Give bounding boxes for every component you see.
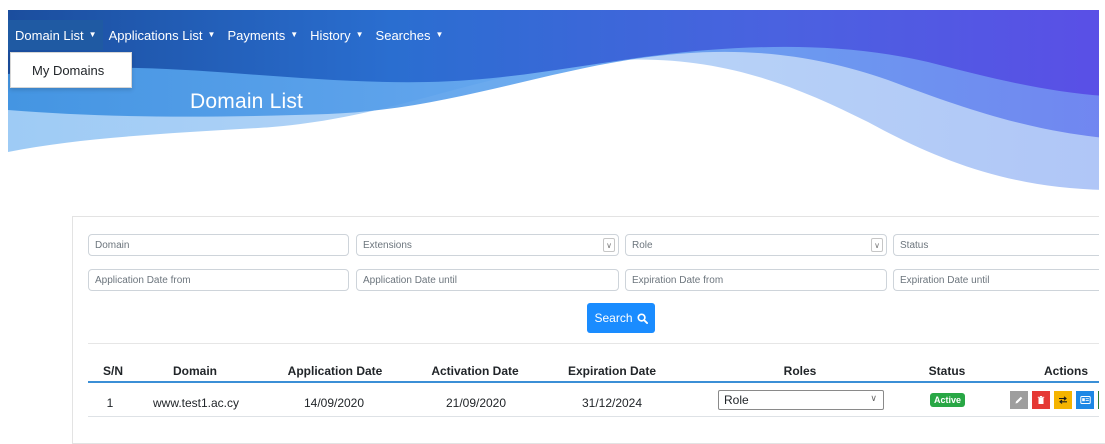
domain-list-dropdown: My Domains [10, 52, 132, 88]
caret-down-icon: ▼ [290, 29, 299, 39]
extensions-select[interactable]: Extensions ∨ [356, 234, 619, 256]
chevron-down-icon: ∨ [871, 238, 883, 252]
caret-down-icon: ▼ [88, 29, 97, 39]
column-header-status: Status [928, 364, 966, 378]
table-header-underline [88, 381, 1105, 383]
chevron-down-icon: ∨ [603, 238, 615, 252]
application-date-from-placeholder: Application Date from [95, 274, 191, 286]
role-select[interactable]: Role ∨ [718, 390, 884, 410]
id-card-icon [1079, 396, 1091, 404]
application-date-until-placeholder: Application Date until [363, 274, 457, 286]
nav-applications-list-label: Applications List [108, 27, 203, 43]
status-filter-select[interactable]: Status [893, 234, 1105, 256]
column-header-sn: S/N [102, 364, 124, 378]
cell-activation-date: 21/09/2020 [445, 396, 507, 410]
top-nav: Domain List ▼ Applications List ▼ Paymen… [8, 20, 449, 50]
expiration-date-until-placeholder: Expiration Date until [900, 274, 990, 286]
cell-sn: 1 [106, 396, 114, 410]
status-badge: Active [930, 393, 965, 407]
pencil-icon [1015, 396, 1023, 404]
nav-searches[interactable]: Searches ▼ [370, 20, 450, 50]
details-button[interactable] [1076, 391, 1094, 409]
cell-expiration-date: 31/12/2024 [581, 396, 643, 410]
domain-filter-input[interactable]: Domain [88, 234, 349, 256]
expiration-date-until-input[interactable]: Expiration Date until [893, 269, 1105, 291]
nav-applications-list[interactable]: Applications List ▼ [103, 20, 222, 50]
expiration-date-from-placeholder: Expiration Date from [632, 274, 724, 286]
search-button[interactable]: Search [587, 303, 655, 333]
swap-icon [1059, 396, 1067, 404]
table-row-divider [88, 416, 1105, 417]
nav-searches-label: Searches [375, 27, 431, 43]
cell-domain: www.test1.ac.cy [152, 396, 240, 410]
delete-button[interactable] [1032, 391, 1050, 409]
role-filter-placeholder: Role [632, 239, 653, 251]
cell-application-date: 14/09/2020 [303, 396, 365, 410]
nav-history[interactable]: History ▼ [304, 20, 369, 50]
section-divider [88, 343, 1105, 344]
column-header-activation-date: Activation Date [431, 364, 519, 378]
application-date-until-input[interactable]: Application Date until [356, 269, 619, 291]
page-title: Domain List [190, 90, 304, 113]
caret-down-icon: ▼ [355, 29, 364, 39]
edit-button[interactable] [1010, 391, 1028, 409]
nav-domain-list-label: Domain List [15, 27, 84, 43]
search-icon [636, 312, 648, 324]
transfer-button[interactable] [1054, 391, 1072, 409]
trash-icon [1037, 396, 1045, 404]
dropdown-item-my-domains[interactable]: My Domains [11, 63, 104, 78]
chevron-down-icon: ∨ [870, 393, 877, 403]
column-header-application-date: Application Date [287, 364, 383, 378]
page-edge [1099, 0, 1105, 443]
column-header-actions: Actions [1043, 364, 1089, 378]
search-button-label: Search [594, 311, 633, 325]
nav-payments-label: Payments [227, 27, 286, 43]
role-filter-select[interactable]: Role ∨ [625, 234, 887, 256]
expiration-date-from-input[interactable]: Expiration Date from [625, 269, 887, 291]
caret-down-icon: ▼ [435, 29, 444, 39]
column-header-expiration-date: Expiration Date [567, 364, 657, 378]
domain-filter-placeholder: Domain [95, 239, 130, 251]
role-select-value: Role [724, 393, 749, 407]
column-header-domain: Domain [172, 364, 218, 378]
extensions-placeholder: Extensions [363, 239, 412, 251]
status-filter-placeholder: Status [900, 239, 929, 251]
application-date-from-input[interactable]: Application Date from [88, 269, 349, 291]
nav-domain-list[interactable]: Domain List ▼ [8, 20, 103, 50]
nav-history-label: History [310, 27, 351, 43]
column-header-roles: Roles [783, 364, 817, 378]
nav-payments[interactable]: Payments ▼ [221, 20, 304, 50]
caret-down-icon: ▼ [207, 29, 216, 39]
